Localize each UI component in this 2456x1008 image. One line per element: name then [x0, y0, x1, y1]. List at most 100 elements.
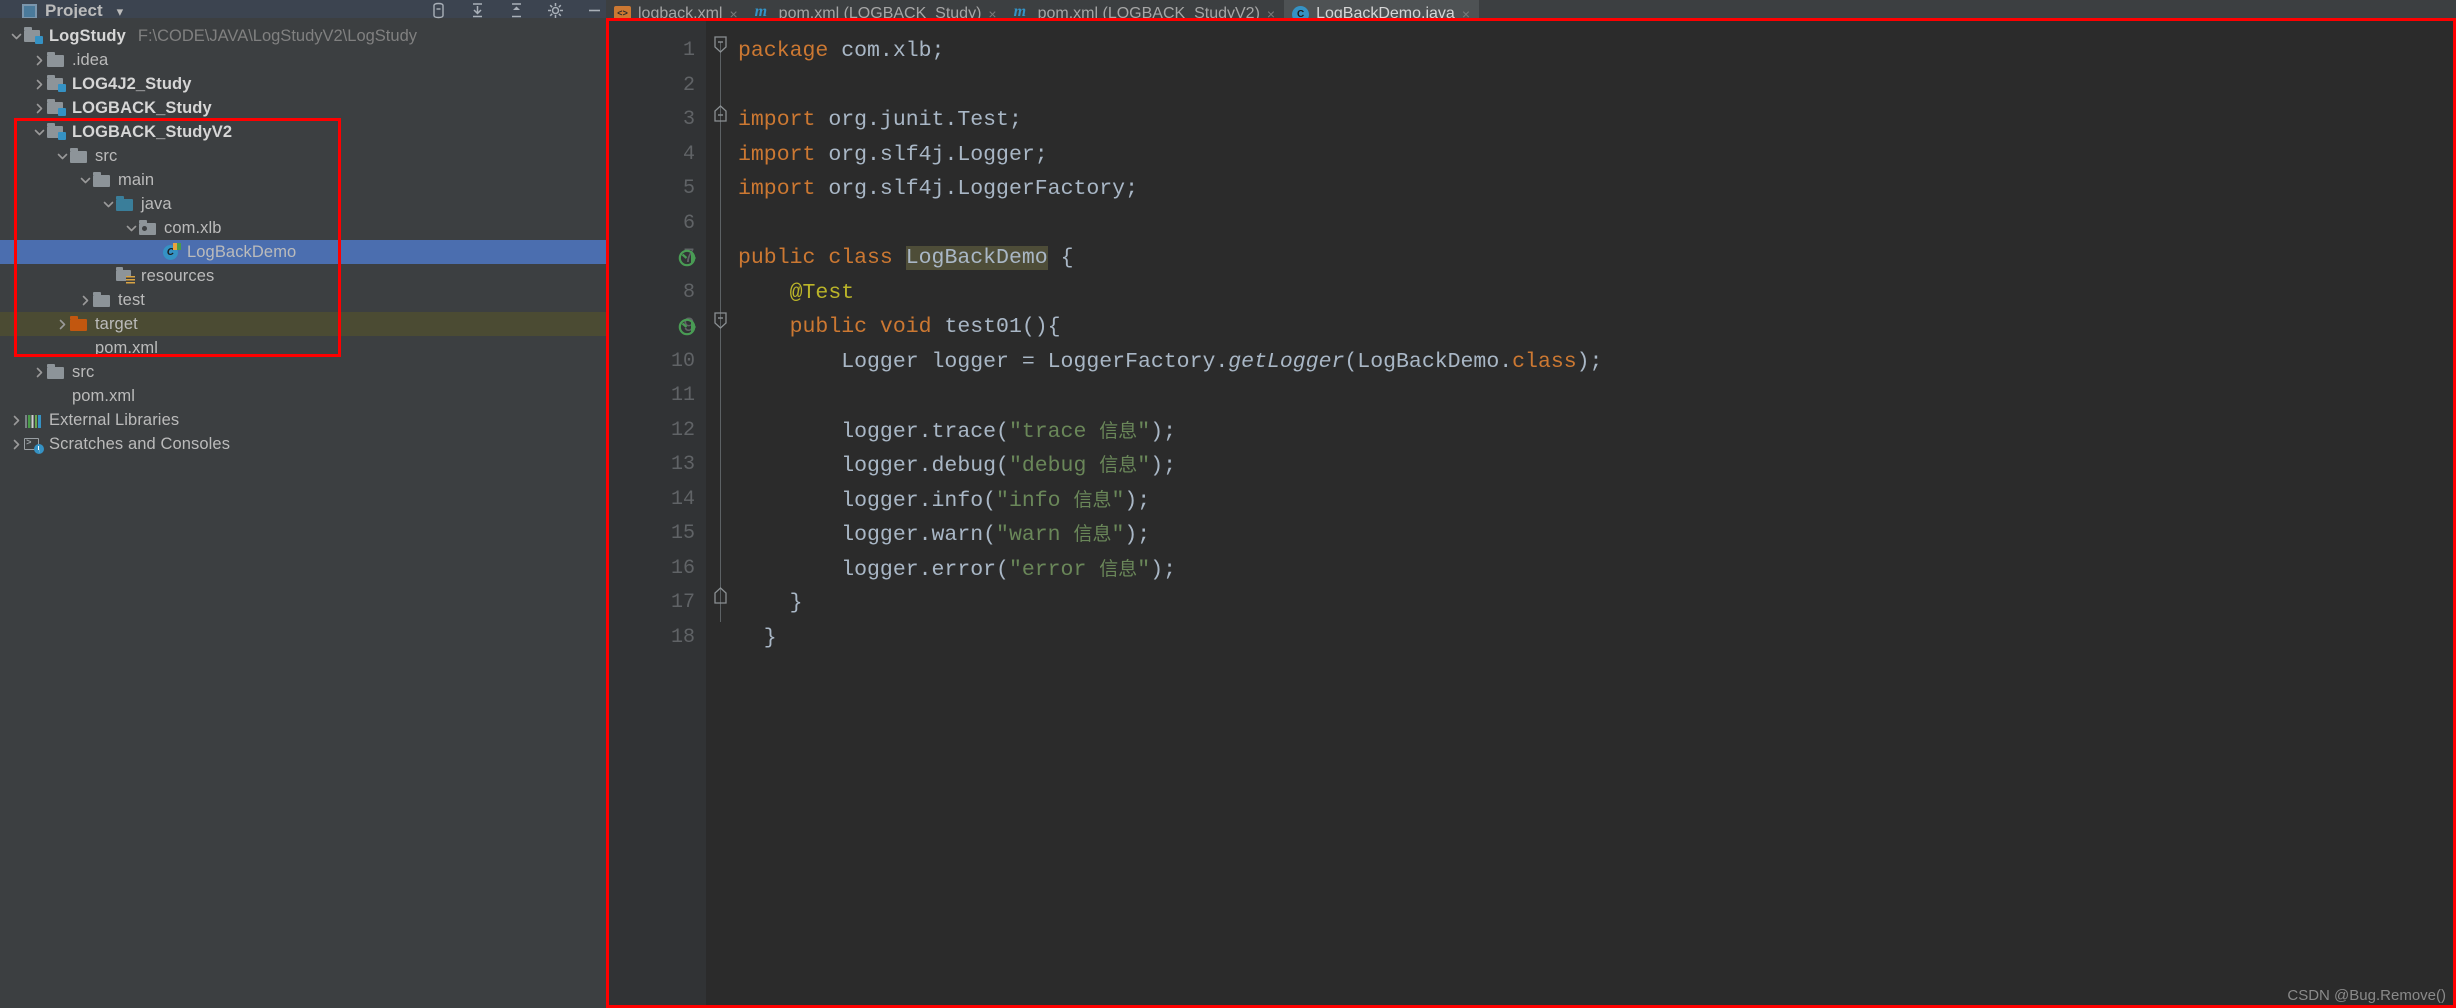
editor-tab-logback-xml[interactable]: logback.xml× — [606, 0, 747, 18]
editor-tab-label: LogBackDemo.java — [1316, 5, 1455, 18]
code-token: logger.debug( — [738, 454, 1009, 478]
editor-tab-bar[interactable]: logback.xml×pom.xml (LOGBACK_Study)×pom.… — [606, 0, 2456, 18]
gear-icon[interactable] — [547, 2, 564, 19]
maven-icon — [70, 339, 88, 357]
folder-icon — [93, 291, 111, 309]
tree-item-java[interactable]: java — [0, 192, 606, 216]
tree-item-label: .idea — [72, 51, 108, 70]
editor-tab-pom-xml-logback-study[interactable]: pom.xml (LOGBACK_Study) × — [747, 0, 1006, 18]
tree-item-label: src — [72, 363, 94, 382]
line-number: 8 — [606, 276, 706, 311]
code-token: public class — [738, 246, 906, 270]
chevron-right-icon[interactable] — [31, 102, 47, 115]
run-class-test-icon[interactable] — [678, 247, 700, 269]
chevron-down-icon[interactable] — [123, 222, 139, 235]
code-token: "debug — [1009, 454, 1099, 478]
close-icon[interactable]: × — [729, 6, 737, 18]
chevron-down-icon[interactable] — [31, 126, 47, 139]
tree-item-logback-studyv2[interactable]: LOGBACK_StudyV2 — [0, 120, 606, 144]
chevron-down-icon[interactable]: ▾ — [117, 4, 124, 18]
maven-icon — [47, 387, 65, 405]
chevron-down-icon[interactable] — [8, 30, 24, 43]
java-class-icon — [162, 243, 180, 261]
tree-item-pom-xml[interactable]: pom.xml — [0, 336, 606, 360]
code-line: logger.trace("trace 信息"); — [706, 414, 2456, 449]
run-method-test-icon[interactable] — [678, 316, 700, 338]
code-token: import — [738, 108, 828, 132]
code-token: 信息 — [1073, 489, 1111, 511]
tree-item-label: main — [118, 171, 154, 190]
tree-item-target[interactable]: target — [0, 312, 606, 336]
expand-down-icon[interactable] — [469, 2, 486, 19]
editor-gutter[interactable]: 123456789101112131415161718 — [606, 18, 706, 1008]
code-token: (){ — [1022, 315, 1061, 339]
tree-item-src[interactable]: src — [0, 144, 606, 168]
tree-item-label: LOG4J2_Study — [72, 75, 192, 94]
code-token: 信息 — [1099, 454, 1137, 476]
editor-tab-pom-xml-logback-studyv2[interactable]: pom.xml (LOGBACK_StudyV2)× — [1006, 0, 1284, 18]
chevron-right-icon[interactable] — [77, 294, 93, 307]
package-icon — [139, 219, 157, 237]
project-panel-toolbar — [430, 0, 603, 18]
chevron-down-icon[interactable] — [77, 174, 93, 187]
module-icon — [24, 27, 42, 45]
tree-item-idea[interactable]: .idea — [0, 48, 606, 72]
project-icon — [22, 4, 37, 19]
chevron-down-icon[interactable] — [100, 198, 116, 211]
code-line: } — [706, 621, 2456, 656]
code-viewport[interactable]: package com.xlb;import org.junit.Test;im… — [706, 18, 2456, 1008]
tree-item-logstudy[interactable]: LogStudyF:\CODE\JAVA\LogStudyV2\LogStudy — [0, 24, 606, 48]
chevron-right-icon[interactable] — [31, 78, 47, 91]
chevron-right-icon[interactable] — [8, 414, 24, 427]
code-content[interactable]: package com.xlb;import org.junit.Test;im… — [706, 34, 2456, 655]
chevron-right-icon[interactable] — [8, 438, 24, 451]
editor-tab-logbackdemo-java[interactable]: LogBackDemo.java × — [1284, 0, 1479, 18]
line-number: 10 — [606, 345, 706, 380]
code-token: logger.trace( — [738, 420, 1009, 444]
expand-up-icon[interactable] — [508, 2, 525, 19]
collapse-all-icon[interactable] — [430, 2, 447, 19]
tree-item-scratches-and-consoles[interactable]: Scratches and Consoles — [0, 432, 606, 456]
hide-panel-icon[interactable] — [586, 2, 603, 19]
tree-item-log4j2-study[interactable]: LOG4J2_Study — [0, 72, 606, 96]
tree-item-resources[interactable]: resources — [0, 264, 606, 288]
code-token: class — [1512, 350, 1577, 374]
code-token: import — [738, 177, 828, 201]
editor-tab-label: pom.xml (LOGBACK_Study) — [779, 5, 982, 18]
resource-root-folder-icon — [116, 267, 134, 285]
tree-item-external-libraries[interactable]: External Libraries — [0, 408, 606, 432]
tree-item-logback-study[interactable]: LOGBACK_Study — [0, 96, 606, 120]
tree-item-test[interactable]: test — [0, 288, 606, 312]
tree-item-label: resources — [141, 267, 214, 286]
close-icon[interactable]: × — [988, 6, 996, 18]
xml-file-icon — [614, 6, 631, 19]
tree-item-pom-xml[interactable]: pom.xml — [0, 384, 606, 408]
chevron-right-icon[interactable] — [31, 366, 47, 379]
code-line: Logger logger = LoggerFactory.getLogger(… — [706, 345, 2456, 380]
close-icon[interactable]: × — [1267, 6, 1275, 18]
module-icon — [47, 123, 65, 141]
code-line: logger.warn("warn 信息"); — [706, 517, 2456, 552]
chevron-down-icon[interactable] — [54, 150, 70, 163]
editor-body: 123456789101112131415161718 — [606, 18, 2456, 1008]
code-token: 信息 — [1099, 420, 1137, 442]
tree-item-com-xlb[interactable]: com.xlb — [0, 216, 606, 240]
tree-item-logbackdemo[interactable]: LogBackDemo — [0, 240, 606, 264]
tree-item-label: Scratches and Consoles — [49, 435, 230, 454]
tree-item-label: LogStudy — [49, 27, 126, 46]
code-token: ); — [1124, 523, 1150, 547]
code-token: public void — [738, 315, 944, 339]
code-token: "warn — [996, 523, 1073, 547]
chevron-right-icon[interactable] — [31, 54, 47, 67]
tree-item-main[interactable]: main — [0, 168, 606, 192]
project-tree[interactable]: LogStudyF:\CODE\JAVA\LogStudyV2\LogStudy… — [0, 18, 606, 456]
code-token: getLogger — [1228, 350, 1344, 374]
code-token: org.slf4j.Logger; — [828, 143, 1047, 167]
libraries-icon — [24, 411, 42, 429]
tree-item-label: com.xlb — [164, 219, 222, 238]
line-number: 14 — [606, 483, 706, 518]
chevron-right-icon[interactable] — [54, 318, 70, 331]
close-icon[interactable]: × — [1462, 6, 1470, 18]
tree-item-label: java — [141, 195, 172, 214]
tree-item-src[interactable]: src — [0, 360, 606, 384]
